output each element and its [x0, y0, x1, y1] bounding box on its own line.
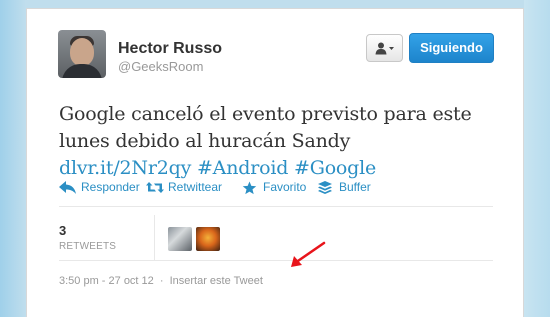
tweet-text-line: lunes debido al huracán Sandy [59, 130, 351, 152]
red-arrow-annotation [291, 241, 326, 267]
divider [59, 260, 493, 261]
tweet-card: Hector Russo @GeeksRoom Siguiendo Google… [26, 8, 524, 317]
retweet-count[interactable]: 3 [59, 223, 66, 238]
tweet-footer: 3:50 pm - 27 oct 12 · Insertar este Twee… [59, 275, 263, 287]
user-name[interactable]: Hector Russo [118, 40, 222, 58]
footer-separator: · [159, 275, 164, 287]
buffer-icon [318, 181, 332, 194]
user-avatar[interactable] [58, 30, 106, 78]
stats-separator [154, 215, 155, 260]
background-right [524, 0, 550, 317]
person-dropdown-icon [375, 42, 394, 55]
user-handle[interactable]: @GeeksRoom [118, 59, 203, 74]
user-actions-button[interactable] [366, 34, 403, 62]
retweeter-avatar[interactable] [196, 227, 220, 251]
tweet-text-line: Google canceló el evento previsto para e… [59, 103, 472, 125]
divider [59, 206, 493, 207]
favorite-label: Favorito [263, 180, 307, 194]
reply-icon [59, 181, 76, 194]
tweet-link[interactable]: dlvr.it/2Nr2qy [59, 157, 191, 179]
tweet-text: Google canceló el evento previsto para e… [59, 101, 499, 182]
following-button[interactable]: Siguiendo [409, 33, 494, 63]
background-left [0, 0, 26, 317]
retweet-count-label: RETWEETS [59, 241, 117, 252]
embed-tweet-link[interactable]: Insertar este Tweet [170, 275, 263, 287]
hashtag-android[interactable]: #Android [197, 157, 288, 179]
buffer-label: Buffer [339, 180, 371, 194]
retweet-label: Retwittear [168, 180, 223, 194]
hashtag-google[interactable]: #Google [294, 157, 376, 179]
star-icon [242, 181, 257, 195]
retweeter-avatar[interactable] [168, 227, 192, 251]
reply-label: Responder [81, 180, 140, 194]
tweet-links: dlvr.it/2Nr2qy #Android #Google [59, 155, 499, 182]
tweet-timestamp[interactable]: 3:50 pm - 27 oct 12 [59, 275, 154, 287]
retweet-icon [146, 182, 164, 193]
